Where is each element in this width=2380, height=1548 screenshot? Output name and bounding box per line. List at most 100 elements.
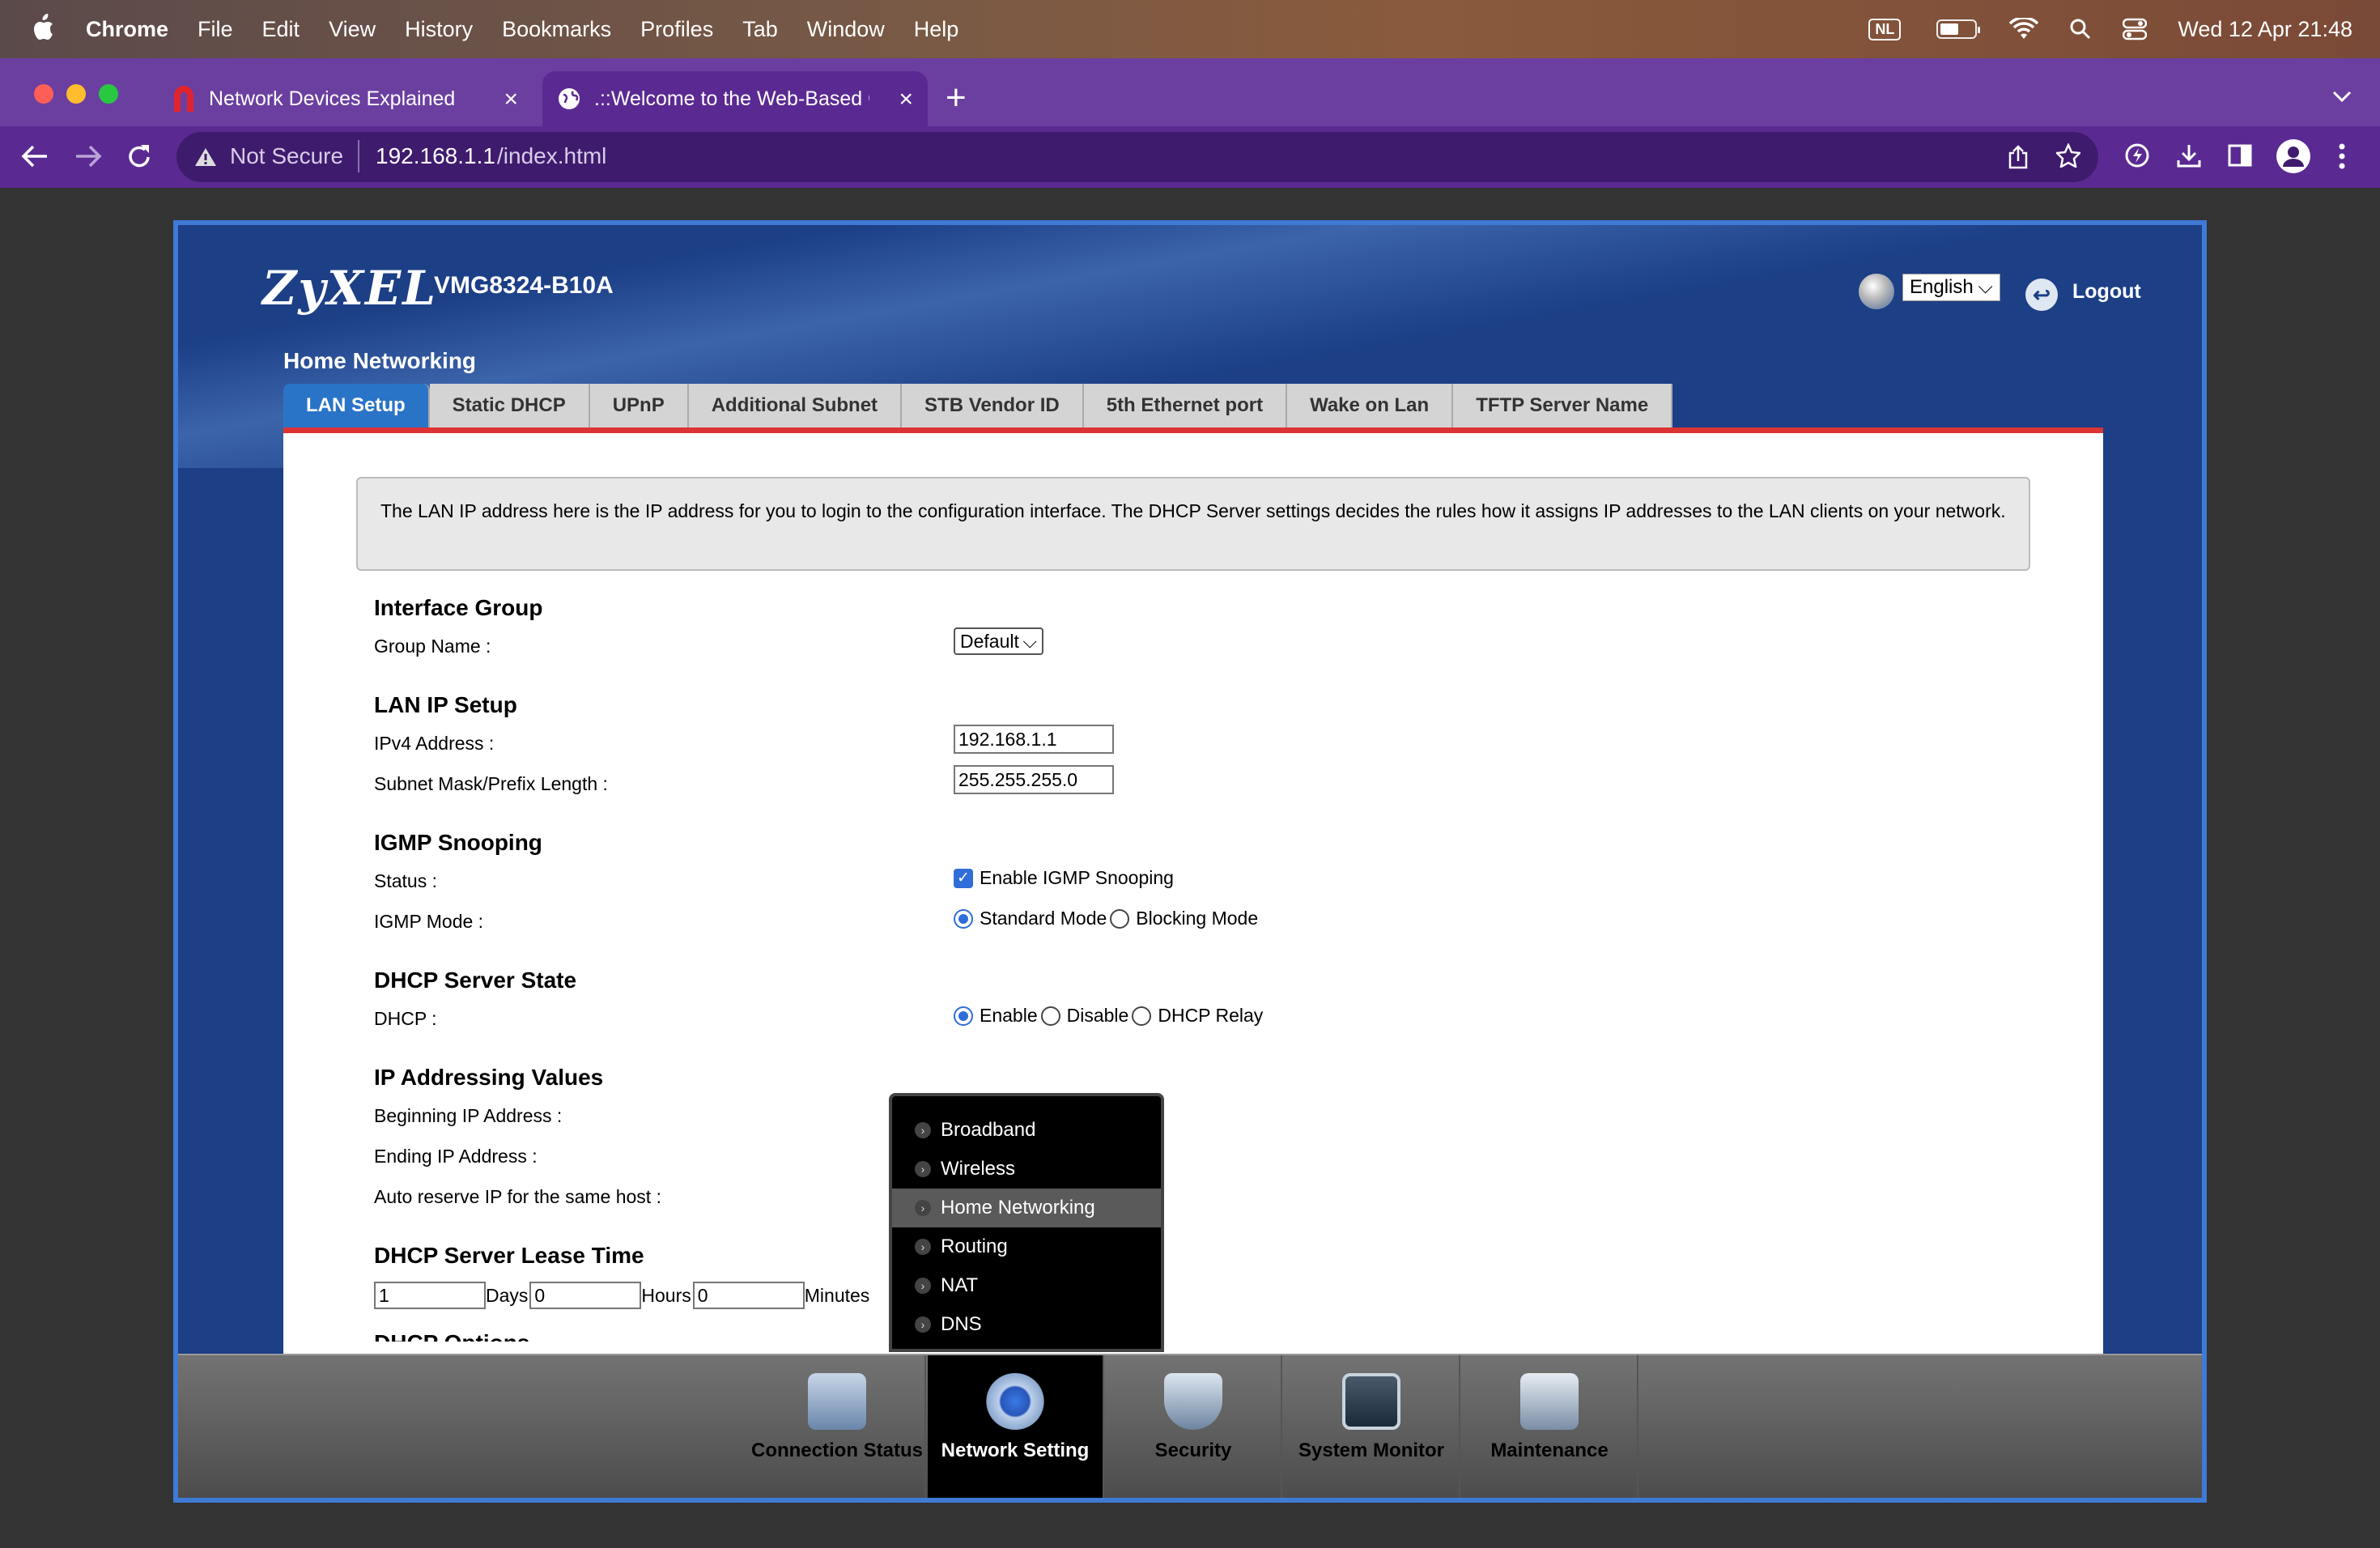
battery-icon[interactable]	[1936, 19, 1981, 39]
lease-hours-input[interactable]	[529, 1282, 642, 1309]
menu-file[interactable]: File	[198, 17, 233, 42]
submenu-nat[interactable]: › NAT	[892, 1266, 1161, 1305]
menu-window[interactable]: Window	[807, 17, 885, 42]
chevron-right-icon: ›	[915, 1278, 931, 1294]
menubar-clock[interactable]: Wed 12 Apr 21:48	[2178, 17, 2352, 42]
profile-avatar-icon[interactable]	[2276, 139, 2310, 173]
reload-icon[interactable]	[126, 142, 152, 170]
lease-minutes-input[interactable]	[692, 1282, 805, 1309]
forward-arrow-icon[interactable]	[74, 144, 102, 168]
window-minimize-button[interactable]	[66, 84, 86, 104]
tab-additional-subnet[interactable]: Additional Subnet	[688, 384, 903, 427]
beginning-ip-label: Beginning IP Address :	[374, 1105, 563, 1126]
tab-title: Network Devices Explained	[209, 87, 456, 110]
security-status[interactable]: Not Secure	[230, 143, 343, 169]
chevron-down-icon: ⌵	[1978, 276, 1993, 298]
submenu-routing[interactable]: › Routing	[892, 1227, 1161, 1266]
window-close-button[interactable]	[34, 84, 53, 104]
tab-lan-setup[interactable]: LAN Setup	[283, 384, 430, 427]
network-setting-submenu: › Broadband › Wireless › Home Networking › R…	[889, 1093, 1164, 1352]
wifi-icon[interactable]	[2009, 18, 2039, 40]
subtab-bar: LAN Setup Static DHCP UPnP Additional Su…	[283, 384, 1673, 427]
tab-stb-vendor-id[interactable]: STB Vendor ID	[902, 384, 1084, 427]
tab-network-devices[interactable]: Network Devices Explained ×	[159, 71, 533, 126]
control-center-icon[interactable]	[2123, 18, 2148, 40]
submenu-broadband[interactable]: › Broadband	[892, 1111, 1161, 1150]
menu-app-name[interactable]: Chrome	[86, 17, 168, 42]
device-model: VMG8324-B10A	[434, 272, 614, 299]
group-name-label: Group Name :	[374, 636, 491, 657]
menu-tab[interactable]: Tab	[742, 17, 778, 42]
auto-reserve-label: Auto reserve IP for the same host :	[374, 1186, 661, 1207]
apple-icon[interactable]	[31, 13, 55, 42]
nav-maintenance[interactable]: Maintenance	[1462, 1355, 1638, 1498]
tab-upnp[interactable]: UPnP	[589, 384, 689, 427]
nav-network-setting[interactable]: Network Setting	[928, 1355, 1104, 1498]
input-source-badge[interactable]: NL	[1868, 18, 1902, 40]
tab-5th-ethernet-port[interactable]: 5th Ethernet port	[1083, 384, 1288, 427]
menu-help[interactable]: Help	[914, 17, 959, 42]
menu-profiles[interactable]: Profiles	[640, 17, 713, 42]
ending-ip-label: Ending IP Address :	[374, 1146, 538, 1167]
tab-title: .::Welcome to the Web-Based C	[594, 87, 869, 110]
warning-icon[interactable]	[194, 147, 217, 168]
nav-security[interactable]: Security	[1106, 1355, 1282, 1498]
lease-days-input[interactable]	[374, 1282, 486, 1309]
back-arrow-icon[interactable]	[21, 144, 49, 168]
group-name-select[interactable]: Default ⌵	[954, 627, 1043, 655]
new-tab-icon[interactable]: +	[946, 78, 967, 118]
logout-icon[interactable]: ↩	[2025, 279, 2058, 311]
subnet-mask-input[interactable]	[954, 765, 1114, 794]
nav-system-monitor[interactable]: System Monitor	[1284, 1355, 1460, 1498]
dhcp-disable-label: Disable	[1066, 1005, 1129, 1026]
enable-igmp-checkbox[interactable]: ✓	[954, 868, 973, 888]
section-interface-group: Interface Group	[374, 595, 543, 620]
window-zoom-button[interactable]	[99, 84, 118, 104]
ipv4-address-input[interactable]	[954, 725, 1114, 754]
page-title: Home Networking	[283, 348, 477, 373]
address-bar[interactable]: Not Secure 192.168.1.1 /index.html	[176, 132, 2098, 182]
nav-connection-status[interactable]: Connection Status	[750, 1355, 926, 1498]
submenu-dns[interactable]: › DNS	[892, 1305, 1161, 1344]
chevron-down-icon: ⌵	[1022, 631, 1037, 652]
share-icon[interactable]	[2008, 145, 2029, 169]
side-panel-icon[interactable]	[2228, 144, 2252, 167]
dhcp-disable-radio[interactable]	[1040, 1006, 1060, 1026]
url-host[interactable]: 192.168.1.1	[376, 143, 495, 169]
tab-router-welcome[interactable]: .::Welcome to the Web-Based C ×	[542, 71, 928, 126]
logout-link[interactable]: Logout	[2072, 280, 2141, 304]
info-box: The LAN IP address here is the IP addres…	[356, 477, 2030, 571]
section-ip-addressing-values: IP Addressing Values	[374, 1065, 604, 1090]
tab-tftp-server-name[interactable]: TFTP Server Name	[1453, 384, 1673, 427]
dhcp-relay-radio[interactable]	[1132, 1006, 1152, 1026]
submenu-wireless[interactable]: › Wireless	[892, 1150, 1161, 1189]
tab-close-icon[interactable]: ×	[504, 86, 518, 113]
language-globe-icon	[1859, 274, 1894, 309]
ipv4-address-label: IPv4 Address :	[374, 733, 495, 754]
tab-static-dhcp[interactable]: Static DHCP	[429, 384, 590, 427]
dhcp-enable-radio[interactable]	[954, 1006, 973, 1026]
menu-edit[interactable]: Edit	[262, 17, 300, 42]
settings-panel: The LAN IP address here is the IP addres…	[283, 427, 2103, 1498]
dhcp-relay-label: DHCP Relay	[1158, 1005, 1264, 1026]
blocking-mode-radio[interactable]	[1110, 908, 1130, 929]
extension-icon[interactable]	[2124, 142, 2150, 168]
menu-history[interactable]: History	[405, 17, 473, 42]
bottom-navigation: Connection Status Network Setting Securi…	[178, 1354, 2202, 1498]
download-icon[interactable]	[2176, 142, 2202, 168]
system-monitor-icon	[1342, 1373, 1400, 1430]
spotlight-search-icon[interactable]	[2069, 18, 2092, 40]
url-path[interactable]: /index.html	[497, 143, 606, 169]
menu-bookmarks[interactable]: Bookmarks	[502, 17, 611, 42]
tab-wake-on-lan[interactable]: Wake on Lan	[1287, 384, 1454, 427]
favicon-icon	[174, 86, 193, 112]
dhcp-label: DHCP :	[374, 1008, 437, 1029]
menu-view[interactable]: View	[329, 17, 376, 42]
standard-mode-radio[interactable]	[954, 908, 973, 929]
submenu-home-networking[interactable]: › Home Networking	[892, 1189, 1161, 1227]
language-select[interactable]: English ⌵	[1902, 274, 2000, 301]
tab-search-chevron-icon[interactable]	[2331, 89, 2352, 104]
bookmark-star-icon[interactable]	[2056, 143, 2080, 168]
more-menu-icon[interactable]	[2338, 142, 2346, 170]
tab-close-icon[interactable]: ×	[899, 86, 913, 113]
